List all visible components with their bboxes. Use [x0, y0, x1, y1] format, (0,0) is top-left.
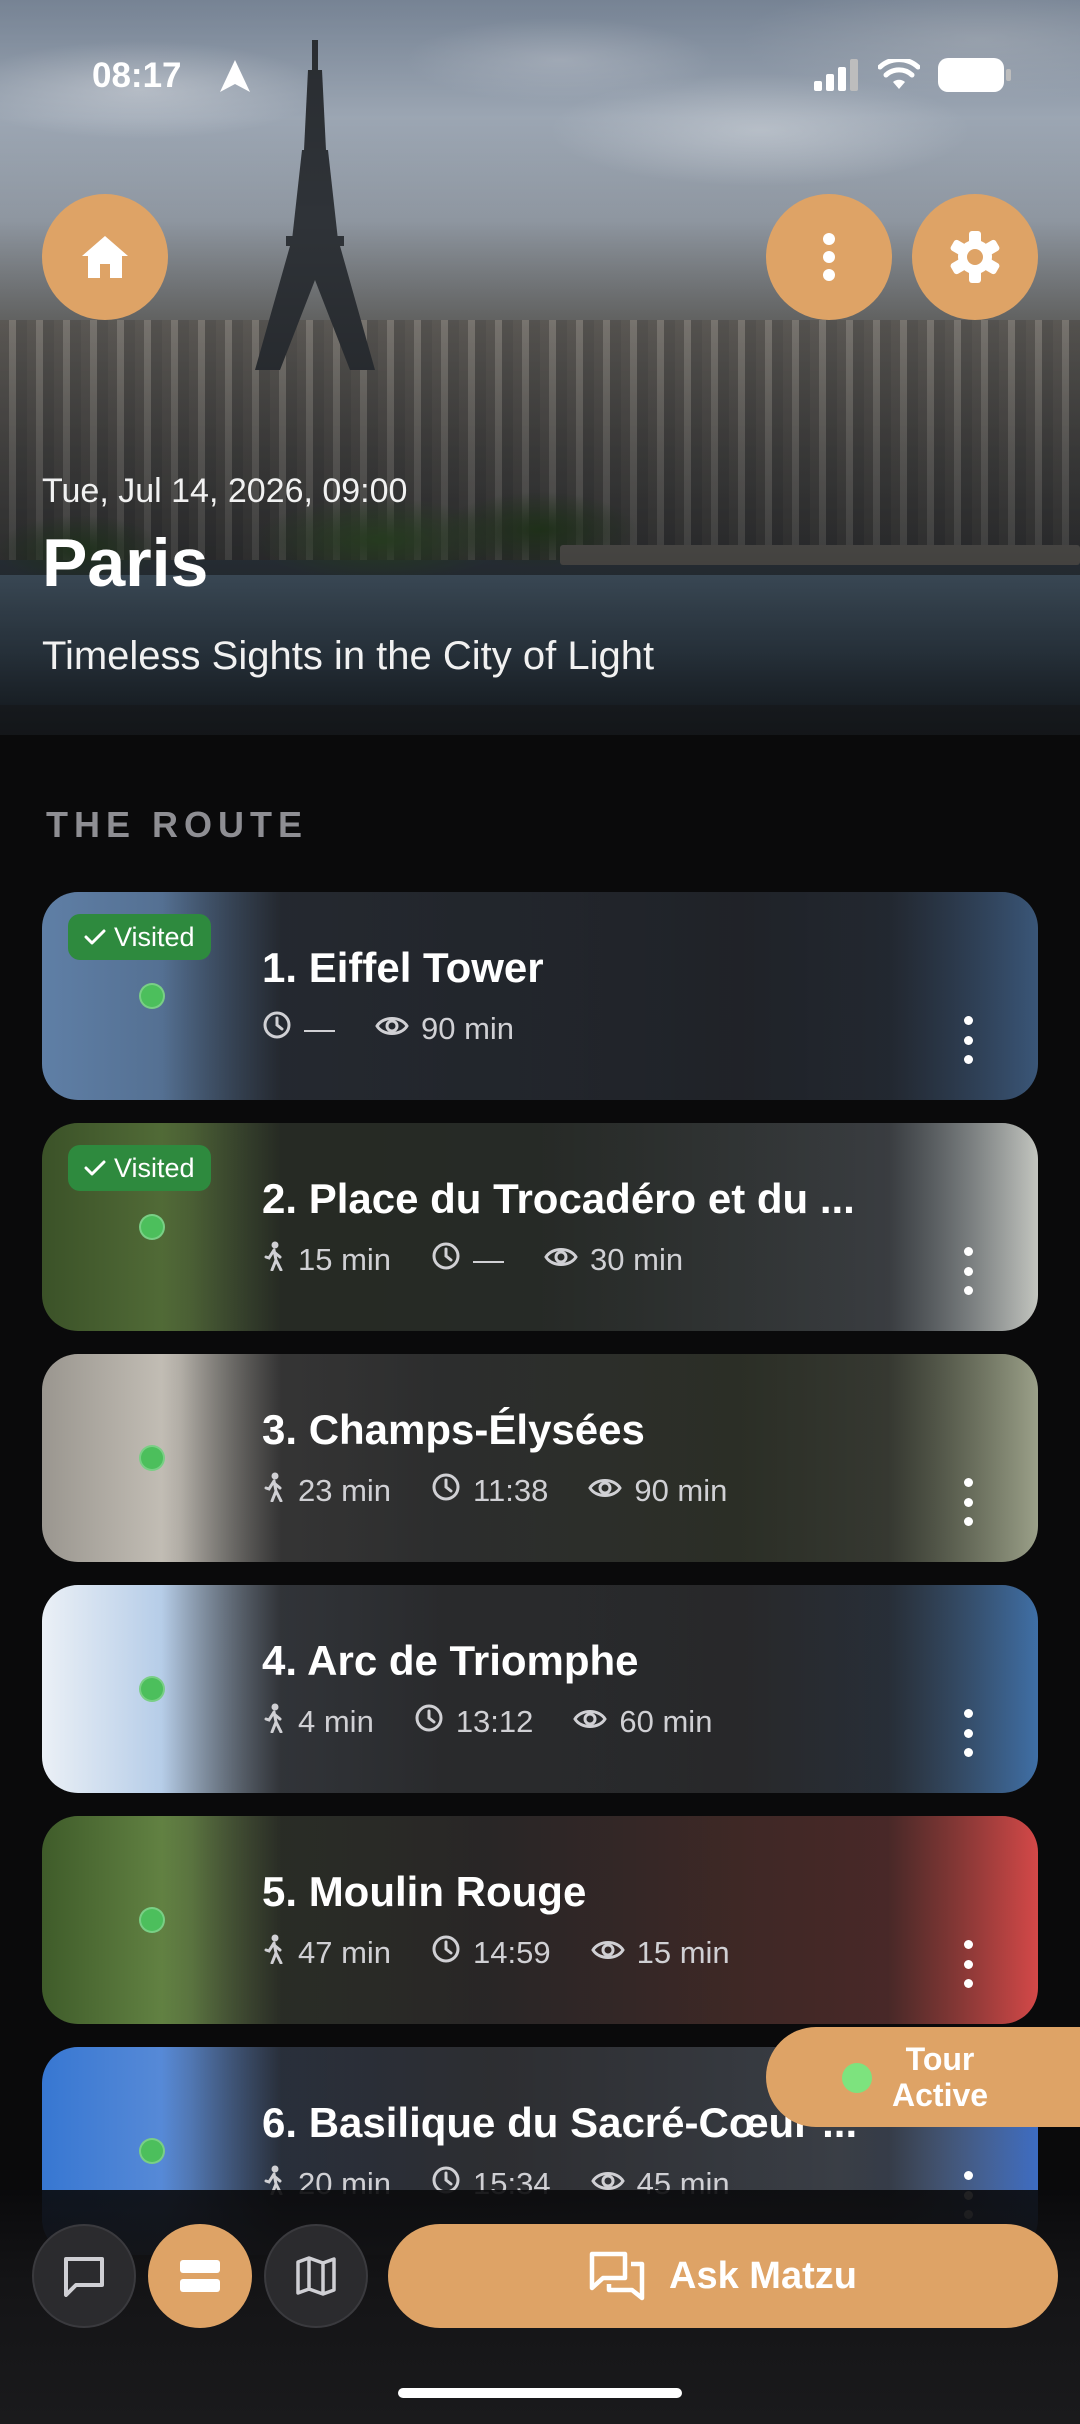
battery-icon [938, 58, 1011, 92]
stop-title: 2. Place du Trocadéro et du ... [262, 1175, 855, 1222]
check-icon [84, 1153, 106, 1184]
walk-time: 15 min [262, 1241, 391, 1279]
stop-meta: 47 min 14:59 15 min [262, 1934, 730, 1972]
walking-icon [262, 1472, 286, 1510]
location-arrow-icon [220, 60, 250, 92]
visited-badge: Visited [68, 1145, 211, 1191]
visit-duration: 15 min [590, 1935, 730, 1971]
eye-icon [573, 1704, 608, 1740]
walk-time: 23 min [262, 1472, 391, 1510]
route-stop-card[interactable]: 5. Moulin Rouge 47 min 14:59 15 min [42, 1816, 1038, 2024]
stop-status-dot [139, 2138, 165, 2164]
clock-icon [414, 1703, 444, 1741]
visited-label: Visited [114, 1152, 195, 1183]
status-time: 08:17 [92, 56, 182, 95]
route-stop-card[interactable]: 4. Arc de Triomphe 4 min 13:12 60 min [42, 1585, 1038, 1793]
stop-more-button[interactable] [958, 1940, 978, 1988]
stop-meta: 23 min 11:38 90 min [262, 1472, 727, 1510]
arrival-time: 14:59 [431, 1934, 551, 1972]
arrival-time: 13:12 [414, 1703, 533, 1741]
eye-icon [588, 1473, 623, 1509]
map-icon [296, 2256, 336, 2296]
arrival-time: 11:38 [431, 1472, 548, 1510]
tour-active-indicator [842, 2063, 872, 2093]
eye-icon [544, 1242, 578, 1278]
more-options-button[interactable] [766, 194, 892, 320]
clock-icon [262, 1010, 292, 1048]
stop-title: 5. Moulin Rouge [262, 1868, 587, 1915]
hero-image [0, 0, 1080, 735]
clock-icon [431, 1241, 461, 1279]
stop-title: 3. Champs-Élysées [262, 1406, 645, 1453]
check-icon [84, 922, 106, 953]
signal-icon [814, 59, 858, 91]
stop-status-dot [139, 1214, 165, 1240]
visited-badge: Visited [68, 914, 211, 960]
tour-date: Tue, Jul 14, 2026, 09:00 [42, 472, 408, 510]
tour-subtitle: Timeless Sights in the City of Light [42, 634, 655, 678]
eye-icon [590, 1935, 625, 1971]
visited-label: Visited [114, 921, 195, 952]
visit-duration: 60 min [573, 1704, 712, 1740]
ask-matzu-label: Ask Matzu [669, 2254, 857, 2297]
stop-more-button[interactable] [958, 1478, 978, 1526]
chat-view-button[interactable] [32, 2224, 136, 2328]
section-label-route: THE ROUTE [46, 804, 309, 845]
settings-button[interactable] [912, 194, 1038, 320]
walking-icon [262, 1934, 286, 1972]
walk-time: 47 min [262, 1934, 391, 1972]
home-indicator [398, 2388, 682, 2398]
clock-icon [431, 1472, 461, 1510]
stop-more-button[interactable] [958, 1016, 978, 1064]
more-vertical-icon [823, 233, 835, 281]
arrival-time: — [431, 1241, 504, 1279]
home-icon [82, 236, 128, 278]
stop-status-dot [139, 1445, 165, 1471]
list-view-button[interactable] [148, 2224, 252, 2328]
list-view-icon [180, 2260, 220, 2292]
stop-meta: 15 min — 30 min [262, 1241, 683, 1279]
visit-duration: 90 min [375, 1011, 514, 1047]
walk-time: 4 min [262, 1703, 374, 1741]
clock-icon [431, 1934, 461, 1972]
gear-icon [950, 231, 1000, 283]
stop-status-dot [139, 983, 165, 1009]
walking-icon [262, 1241, 286, 1279]
stop-meta: — 90 min [262, 1010, 514, 1048]
city-title: Paris [42, 525, 209, 601]
home-button[interactable] [42, 194, 168, 320]
arrival-time: — [262, 1010, 335, 1048]
route-stop-card[interactable]: Visited 2. Place du Trocadéro et du ... 15… [42, 1123, 1038, 1331]
ask-matzu-button[interactable]: Ask Matzu [388, 2224, 1058, 2328]
tour-active-button[interactable]: Tour Active [766, 2027, 1080, 2127]
stop-status-dot [139, 1907, 165, 1933]
stop-meta: 4 min 13:12 60 min [262, 1703, 712, 1741]
wifi-icon [878, 59, 920, 89]
chat-bubbles-icon [589, 2251, 645, 2301]
stop-title: 6. Basilique du Sacré-Cœur ... [262, 2099, 858, 2146]
route-stop-card[interactable]: 3. Champs-Élysées 23 min 11:38 90 min [42, 1354, 1038, 1562]
visit-duration: 90 min [588, 1473, 727, 1509]
status-icons [814, 58, 1012, 92]
stop-more-button[interactable] [958, 1247, 978, 1295]
stop-more-button[interactable] [958, 1709, 978, 1757]
stop-title: 1. Eiffel Tower [262, 944, 544, 991]
stop-status-dot [139, 1676, 165, 1702]
map-view-button[interactable] [264, 2224, 368, 2328]
eye-icon [375, 1011, 409, 1047]
tour-active-label: Tour Active [892, 2041, 989, 2113]
walking-icon [262, 1703, 286, 1741]
stop-title: 4. Arc de Triomphe [262, 1637, 639, 1684]
chat-bubble-icon [64, 2257, 104, 2297]
route-stop-card[interactable]: Visited 1. Eiffel Tower — 90 min [42, 892, 1038, 1100]
visit-duration: 30 min [544, 1242, 683, 1278]
